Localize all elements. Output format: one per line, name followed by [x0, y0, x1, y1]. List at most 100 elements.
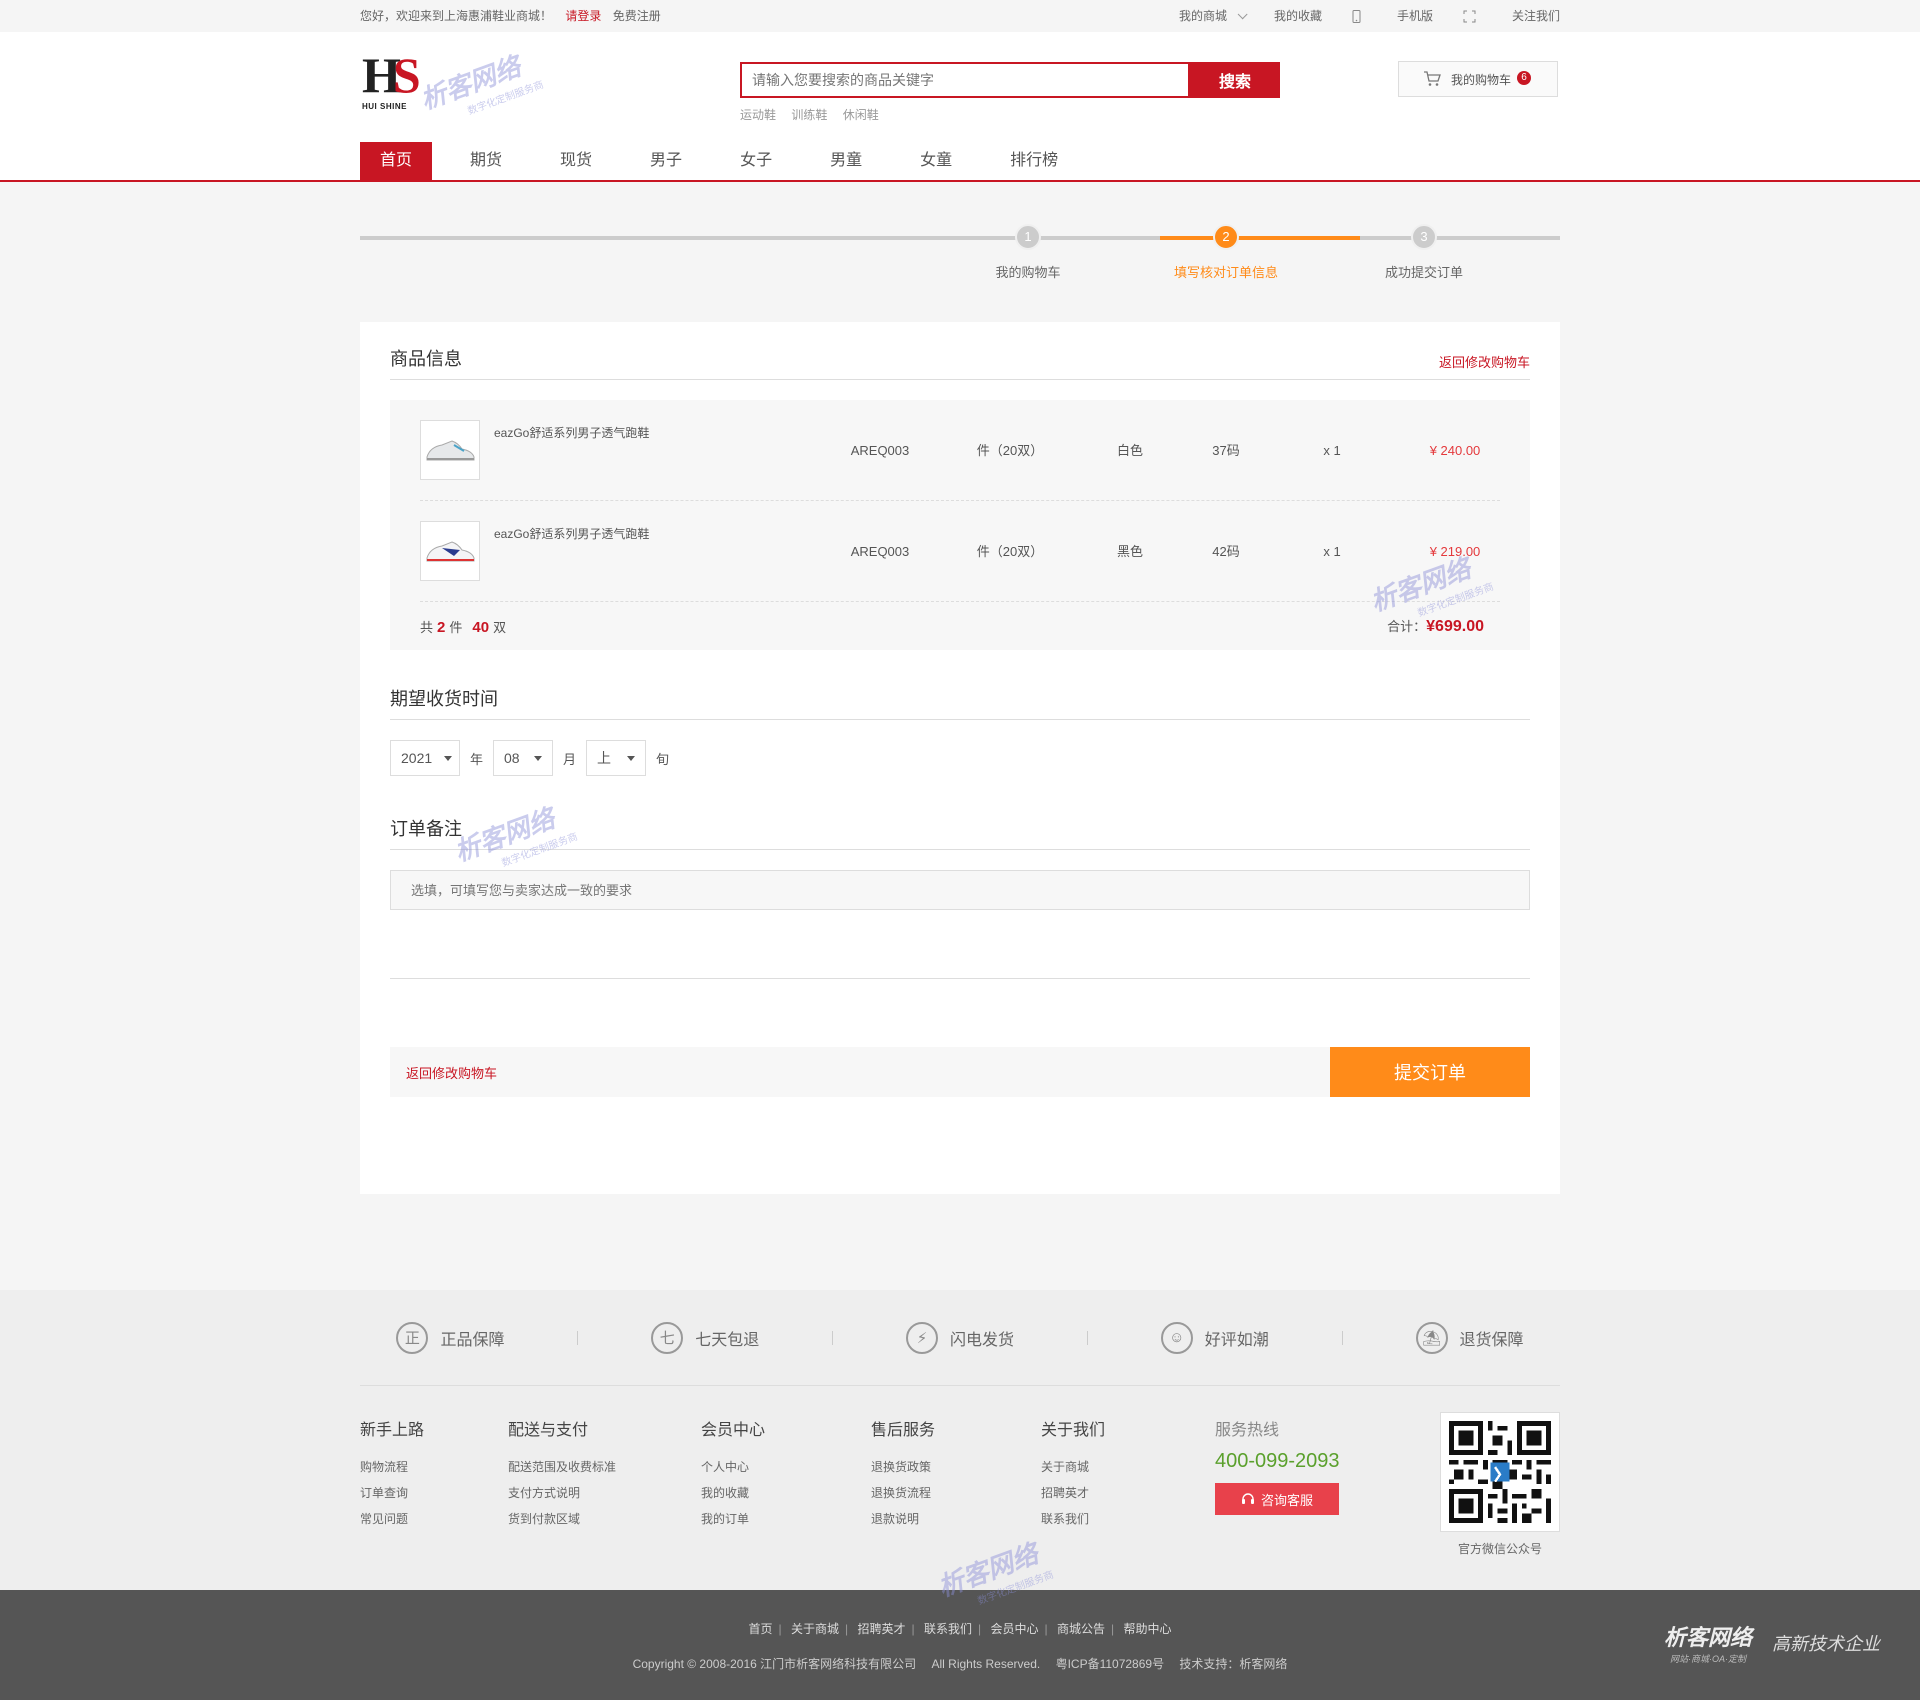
bottom-link-home[interactable]: 首页 — [749, 1622, 773, 1636]
nav-boys[interactable]: 男童 — [810, 142, 882, 180]
footer-link[interactable]: 配送范围及收费标准 — [508, 1454, 616, 1480]
section-divider — [390, 978, 1530, 979]
footer-link[interactable]: 个人中心 — [701, 1454, 765, 1480]
hot-words: 运动鞋 训练鞋 休闲鞋 — [740, 106, 891, 123]
footer-link[interactable]: 常见问题 — [360, 1506, 424, 1532]
goods-row: eazGo舒适系列男子透气跑鞋 AREQ003 件（20双） 白色 37码 x … — [420, 400, 1500, 501]
bottom-link-member[interactable]: 会员中心 — [990, 1622, 1038, 1636]
product-price: ¥ 240.00 — [1429, 443, 1481, 458]
product-name[interactable]: eazGo舒适系列男子透气跑鞋 — [494, 424, 649, 441]
guarantee-item: ☺ 好评如潮 — [1160, 1321, 1269, 1354]
period-select[interactable]: 上 — [586, 740, 647, 776]
footer-link[interactable]: 我的收藏 — [701, 1480, 765, 1506]
product-thumbnail[interactable] — [420, 521, 480, 581]
login-link[interactable]: 请登录 — [565, 9, 601, 23]
month-value: 08 — [504, 750, 520, 766]
product-color: 黑色 — [1116, 544, 1143, 559]
goods-count: 共 2 件 40 双 — [420, 617, 506, 636]
search-input[interactable] — [740, 62, 1190, 98]
bottom-link-about[interactable]: 关于商城 — [791, 1622, 839, 1636]
footer-link[interactable]: 退换货政策 — [871, 1454, 935, 1480]
bottom-link-contact[interactable]: 联系我们 — [924, 1622, 972, 1636]
search-button[interactable]: 搜索 — [1190, 62, 1280, 98]
footer-link[interactable]: 订单查询 — [360, 1480, 424, 1506]
follow-label: 关注我们 — [1511, 9, 1560, 23]
product-name[interactable]: eazGo舒适系列男子透气跑鞋 — [494, 525, 649, 542]
nav-futures[interactable]: 期货 — [450, 142, 522, 180]
footer-link[interactable]: 我的订单 — [701, 1506, 765, 1532]
submit-order-button[interactable]: 提交订单 — [1330, 1047, 1530, 1097]
bottom-link-notice[interactable]: 商城公告 — [1057, 1622, 1105, 1636]
hot-word-link[interactable]: 运动鞋 — [740, 108, 776, 122]
period-unit: 旬 — [656, 751, 670, 767]
hotline-number: 400-099-2093 — [1215, 1450, 1340, 1472]
year-select[interactable]: 2021 — [390, 740, 460, 776]
nav-in-stock[interactable]: 现货 — [540, 142, 612, 180]
step-label: 填写核对订单信息 — [1173, 265, 1278, 280]
separator — [1341, 1330, 1343, 1345]
total-label: 合计： — [1387, 619, 1427, 634]
delivery-section-header: 期望收货时间 — [390, 650, 1530, 720]
summary-suffix: 双 — [493, 619, 507, 635]
bottom-link-jobs[interactable]: 招聘英才 — [858, 1622, 906, 1636]
search-bar: 搜索 — [740, 62, 1280, 98]
footer-link[interactable]: 退款说明 — [871, 1506, 935, 1532]
footer-link[interactable]: 支付方式说明 — [508, 1480, 616, 1506]
footer-link[interactable]: 关于商城 — [1041, 1454, 1105, 1480]
site-logo[interactable]: HS HUI SHINE — [362, 50, 422, 116]
guarantee-label: 退货保障 — [1459, 1331, 1524, 1349]
footer-link[interactable]: 联系我们 — [1041, 1506, 1105, 1532]
brand-subtitle: 网站·商城·OA·定制 — [1669, 1654, 1746, 1664]
step-cart: 1 我的购物车 — [968, 224, 1088, 281]
cart-icon — [1424, 71, 1441, 86]
mobile-link[interactable]: 手机版 — [1352, 0, 1433, 32]
month-unit: 月 — [563, 751, 577, 767]
separator — [577, 1330, 579, 1345]
dropdown-arrow-icon — [627, 755, 636, 761]
footer: 正正品保障 七七天包退 ⚡ 闪电发货 ☺ 好评如潮 ⛱ 退货保障 新手上路 购物流程 … — [0, 1290, 1920, 1590]
footer-col-about: 关于我们 关于商城 招聘英才 联系我们 — [1041, 1416, 1105, 1532]
my-mall-label: 我的商城 — [1178, 9, 1227, 23]
footer-link[interactable]: 货到付款区域 — [508, 1506, 616, 1532]
nav-home[interactable]: 首页 — [360, 142, 433, 180]
hot-word-link[interactable]: 休闲鞋 — [843, 108, 879, 122]
footer-link[interactable]: 招聘英才 — [1041, 1480, 1105, 1506]
copyright-text: Copyright © 2008-2016 江门市析客网络科技有限公司 — [632, 1657, 917, 1671]
product-size: 42码 — [1212, 544, 1240, 559]
month-select[interactable]: 08 — [493, 740, 554, 776]
order-remark-input[interactable] — [390, 870, 1530, 910]
guarantee-label: 闪电发货 — [949, 1331, 1014, 1349]
footer-link[interactable]: 退换货流程 — [871, 1480, 935, 1506]
guarantee-item: 正正品保障 — [396, 1321, 504, 1354]
step-submitted: 3 成功提交订单 — [1364, 224, 1484, 281]
consult-service-label: 咨询客服 — [1260, 1492, 1313, 1508]
cart-count-badge: 6 — [1517, 71, 1532, 85]
back-to-cart-link[interactable]: 返回修改购物车 — [406, 1063, 497, 1082]
nav-ranking[interactable]: 排行榜 — [990, 142, 1078, 180]
footer-link[interactable]: 购物流程 — [360, 1454, 424, 1480]
cart-label: 我的购物车 — [1451, 72, 1512, 87]
qr-code-image — [1440, 1412, 1560, 1532]
product-thumbnail[interactable] — [420, 420, 480, 480]
nav-women[interactable]: 女子 — [720, 142, 792, 180]
follow-link[interactable]: 关注我们 — [1463, 0, 1560, 32]
delivery-section-title: 期望收货时间 — [390, 689, 498, 709]
shoe-navy-image — [426, 541, 475, 562]
hot-word-link[interactable]: 训练鞋 — [791, 108, 827, 122]
favorites-link[interactable]: 我的收藏 — [1274, 0, 1322, 32]
step-confirm-order: 2 填写核对订单信息 — [1166, 224, 1286, 281]
nav-girls[interactable]: 女童 — [900, 142, 972, 180]
consult-service-button[interactable]: 咨询客服 — [1215, 1483, 1339, 1515]
qr-code-icon — [1449, 1421, 1551, 1523]
bottom-link-help[interactable]: 帮助中心 — [1123, 1622, 1171, 1636]
product-quantity: x 1 — [1323, 544, 1341, 559]
separator — [1086, 1330, 1088, 1345]
cart-button[interactable]: 我的购物车 6 — [1398, 61, 1558, 97]
nav-men[interactable]: 男子 — [630, 142, 702, 180]
register-link[interactable]: 免费注册 — [613, 9, 661, 23]
footer-col-title: 配送与支付 — [508, 1422, 589, 1439]
my-mall-menu[interactable]: 我的商城 — [1149, 0, 1248, 32]
back-to-cart-link[interactable]: 返回修改购物车 — [1439, 352, 1530, 371]
bottom-bar: 首页 | 关于商城 | 招聘英才 | 联系我们 | 会员中心 | 商城公告 | 帮助中心 C… — [0, 1538, 1920, 1700]
footer-col-title: 会员中心 — [701, 1422, 766, 1439]
